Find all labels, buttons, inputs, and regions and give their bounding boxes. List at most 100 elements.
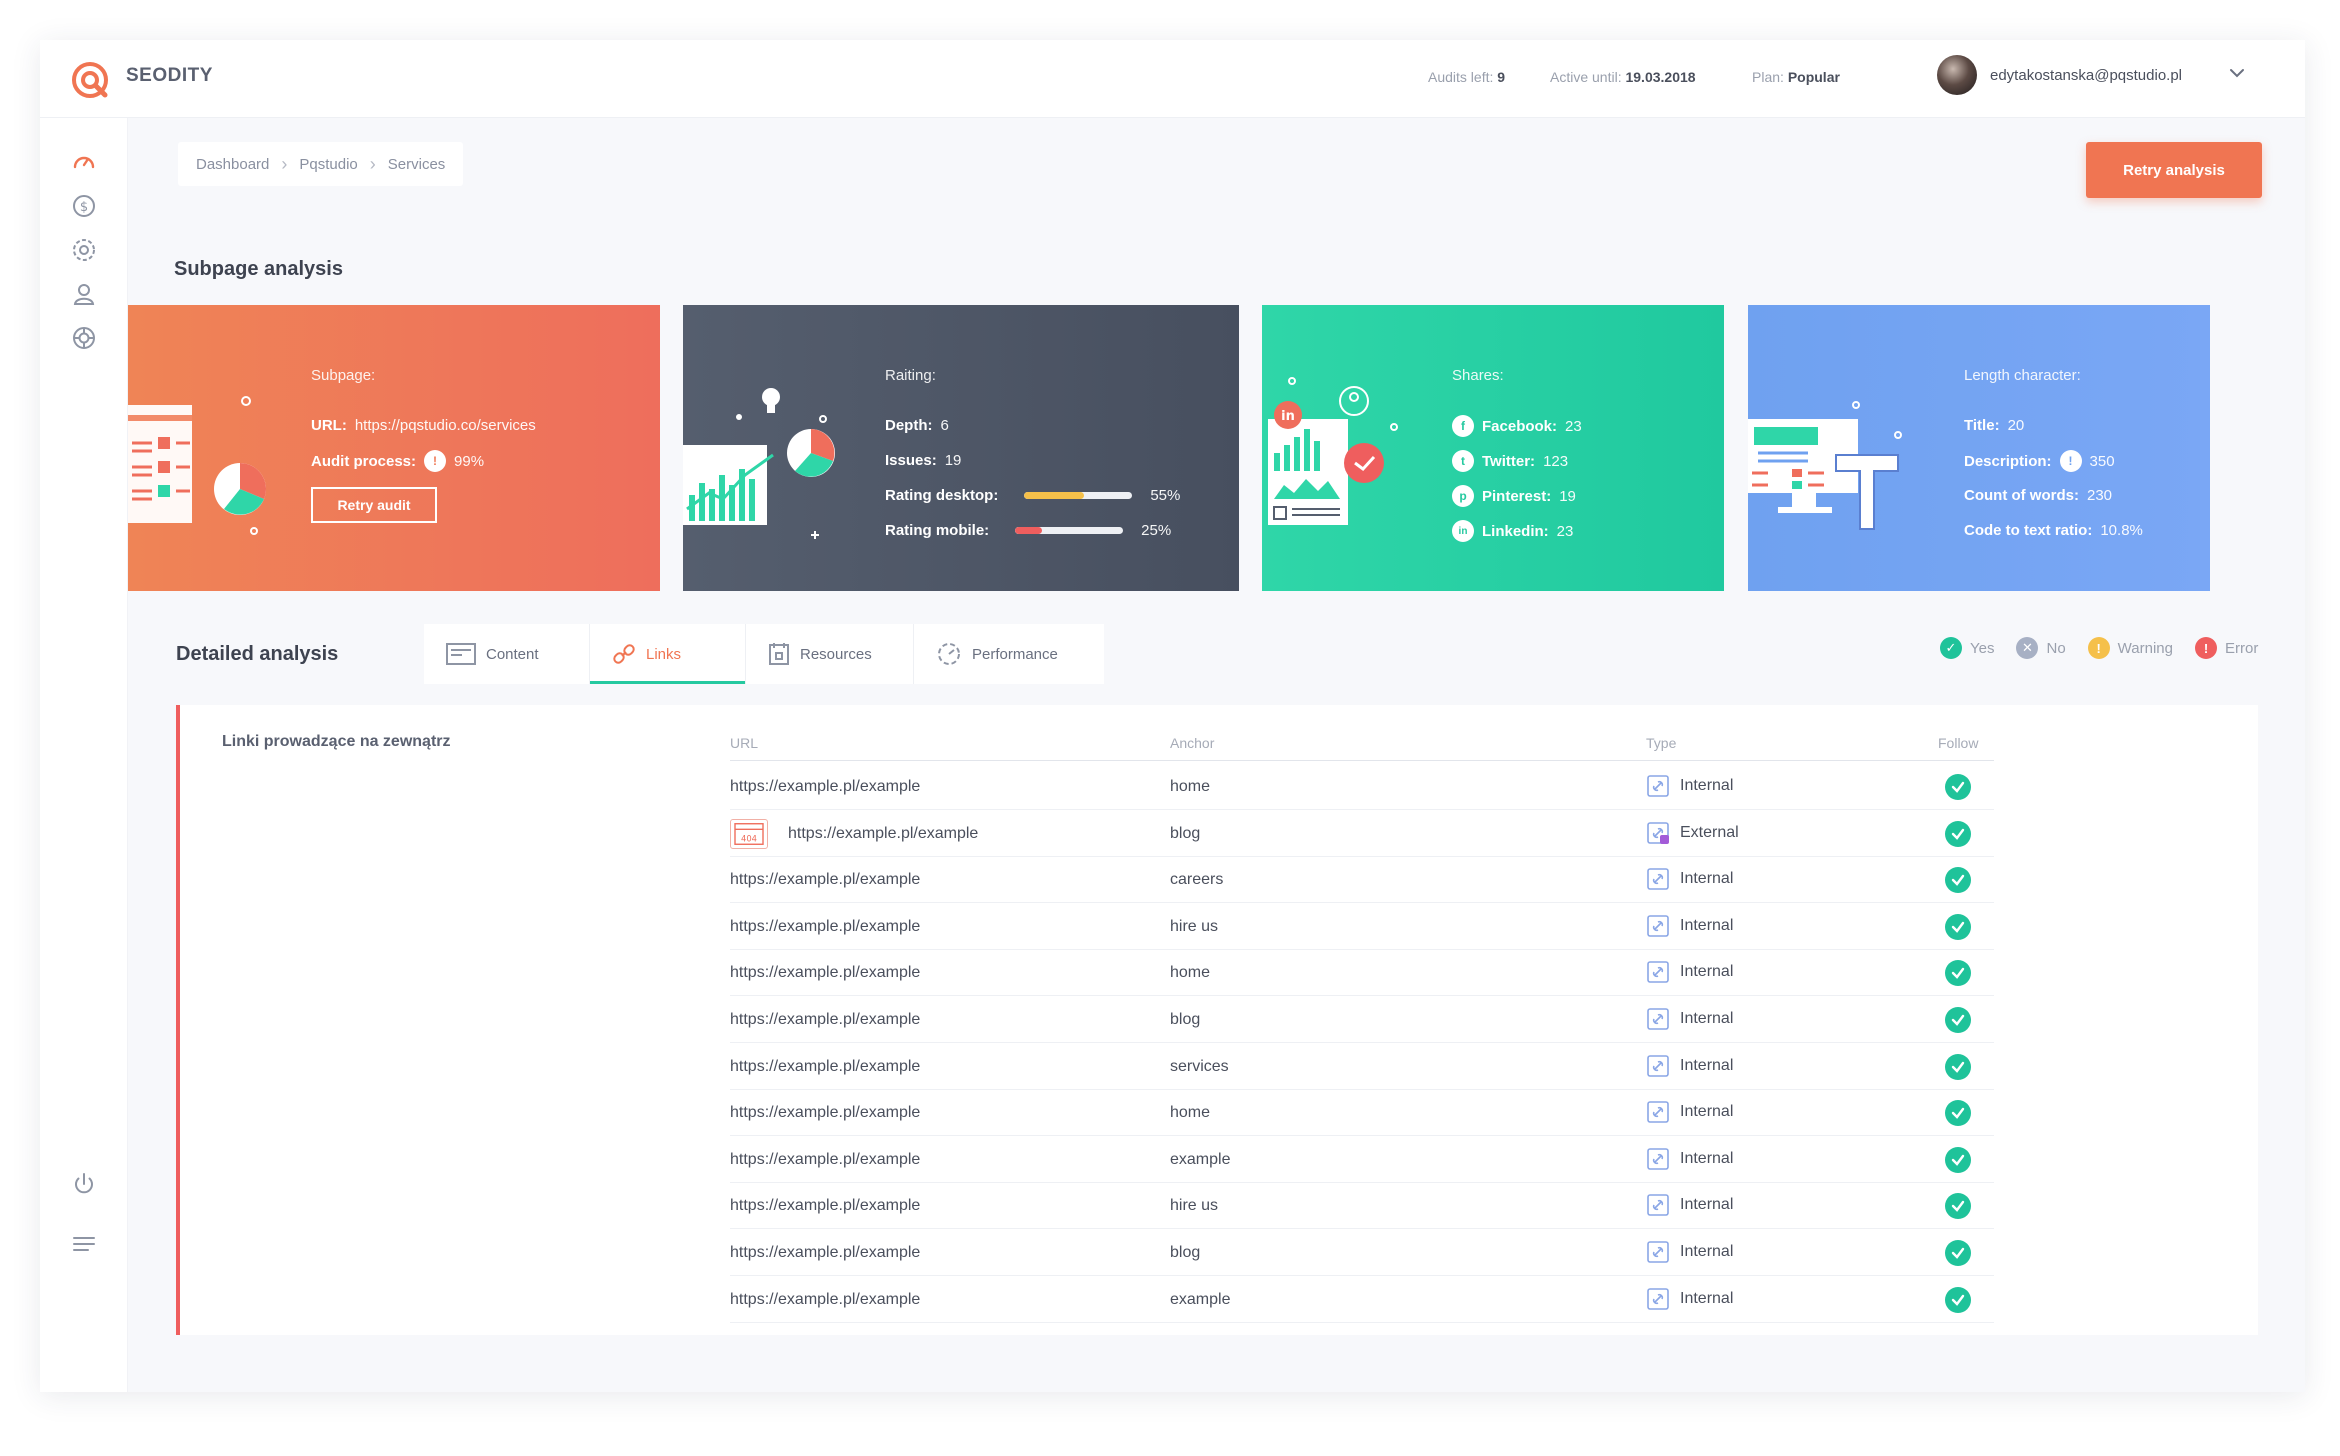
table-row[interactable]: 404 https://example.pl/example blog Externa…	[730, 811, 1994, 857]
subpage-url-label: URL:	[311, 417, 347, 434]
title-length-row: Title: 20	[1964, 417, 2024, 434]
row-url[interactable]: https://example.pl/example	[730, 778, 920, 796]
brand-name: SEODITY	[126, 65, 213, 86]
breadcrumb-pqstudio[interactable]: Pqstudio	[299, 156, 357, 173]
rating-desktop-row: Rating desktop: 55%	[885, 487, 1180, 504]
breadcrumb-separator-icon: ›	[369, 153, 376, 174]
row-url[interactable]: https://example.pl/example	[730, 964, 920, 982]
chevron-down-icon[interactable]	[2228, 64, 2246, 82]
table-row[interactable]: https://example.pl/example blog Internal	[730, 1230, 1994, 1276]
audits-left-label: Audits left:	[1428, 69, 1494, 85]
support-icon[interactable]	[70, 324, 98, 352]
user-email[interactable]: edytakostanska@pqstudio.pl	[1990, 67, 2182, 84]
internal-link-icon	[1647, 1241, 1669, 1263]
rating-mobile-row: Rating mobile: 25%	[885, 522, 1171, 539]
legend-error: Error	[2224, 639, 2259, 657]
table-row[interactable]: https://example.pl/example careers Interna…	[730, 857, 1994, 904]
follow-yes-icon	[1945, 867, 1971, 894]
table-row[interactable]: https://example.pl/example blog Internal	[730, 997, 1994, 1043]
follow-yes-icon	[1945, 1286, 1971, 1313]
row-anchor: home	[1170, 1104, 1211, 1122]
title-length-value: 20	[2007, 417, 2025, 434]
linkedin-value: 23	[1556, 522, 1574, 540]
content-icon	[446, 643, 476, 665]
follow-yes-icon	[1945, 1053, 1971, 1080]
info-icon: !	[2059, 450, 2082, 472]
length-card-title: Length character:	[1964, 367, 2081, 384]
words-count-label: Count of words:	[1964, 487, 2079, 504]
linkedin-label: Linkedin:	[1482, 522, 1549, 540]
tab-links[interactable]: Links	[590, 624, 746, 684]
tab-performance[interactable]: Performance	[914, 624, 1104, 684]
dashboard-icon[interactable]	[70, 148, 98, 176]
header-divider	[730, 760, 1994, 761]
length-illustration-icon	[1748, 401, 1902, 530]
retry-analysis-button[interactable]: Retry analysis	[2086, 142, 2262, 198]
linkedin-row: in Linkedin: 23	[1452, 520, 1573, 542]
row-url[interactable]: https://example.pl/example	[730, 918, 920, 936]
no-icon: ✕	[2016, 637, 2039, 659]
dollar-icon[interactable]: $	[70, 192, 98, 220]
table-row[interactable]: https://example.pl/example example Interna…	[730, 1137, 1994, 1183]
menu-icon[interactable]	[70, 1230, 98, 1258]
length-card: Length character: Title: 20 Description:…	[1748, 305, 2210, 591]
table-row[interactable]: https://example.pl/example home Internal	[730, 764, 1994, 810]
shares-illustration-icon: in	[1268, 377, 1398, 525]
follow-yes-icon	[1945, 1007, 1971, 1033]
audits-left-value: 9	[1497, 69, 1506, 85]
rating-card-content: Raiting: Depth: 6 Issues: 19 Rating desk…	[885, 305, 1225, 591]
user-icon[interactable]	[70, 280, 98, 308]
link-icon	[613, 644, 635, 664]
rating-desktop-bar	[1024, 492, 1133, 499]
avatar[interactable]	[1937, 55, 1977, 95]
active-until: Active until: 19.03.2018	[1550, 69, 1696, 85]
subpage-url-value[interactable]: https://pqstudio.co/services	[355, 417, 536, 434]
seodity-logo-icon[interactable]	[70, 60, 110, 100]
row-type: Internal	[1646, 1007, 1733, 1031]
table-row[interactable]: https://example.pl/example example Interna…	[730, 1277, 1994, 1323]
row-type: Internal	[1646, 774, 1733, 798]
code-text-ratio-value: 10.8%	[2100, 522, 2143, 539]
row-type-label: Internal	[1680, 1056, 1734, 1074]
retry-audit-button[interactable]: Retry audit	[311, 487, 437, 523]
row-type: Internal	[1646, 960, 1733, 984]
twitter-label: Twitter:	[1482, 452, 1536, 470]
issues-value: 19	[944, 452, 962, 469]
row-url[interactable]: https://example.pl/example	[730, 1011, 920, 1029]
row-anchor: careers	[1170, 871, 1224, 889]
table-row[interactable]: https://example.pl/example hire us Interna…	[730, 904, 1994, 950]
row-url[interactable]: https://example.pl/example	[730, 1244, 920, 1262]
power-icon[interactable]	[70, 1170, 98, 1198]
row-url[interactable]: https://example.pl/example	[730, 1058, 920, 1076]
row-anchor: example	[1170, 1150, 1231, 1168]
issues-label: Issues:	[885, 452, 937, 469]
rating-card: Raiting: Depth: 6 Issues: 19 Rating desk…	[683, 305, 1239, 591]
retry-audit-wrap: Retry audit	[311, 487, 437, 523]
facebook-icon: f	[1452, 415, 1474, 437]
settings-icon[interactable]	[70, 236, 98, 264]
words-count-row: Count of words: 230	[1964, 487, 2112, 504]
row-url[interactable]: https://example.pl/example	[730, 1291, 920, 1309]
table-row[interactable]: https://example.pl/example services Intern…	[730, 1044, 1994, 1090]
depth-label: Depth:	[885, 417, 933, 434]
row-url[interactable]: https://example.pl/example	[730, 1151, 920, 1169]
audit-process-row: Audit process: ! 99%	[311, 450, 484, 472]
row-url[interactable]: https://example.pl/example	[788, 825, 978, 843]
follow-yes-icon	[1945, 1100, 1971, 1127]
breadcrumb-dashboard[interactable]: Dashboard	[196, 156, 269, 173]
table-row[interactable]: https://example.pl/example home Internal	[730, 950, 1994, 997]
row-type-label: Internal	[1680, 1196, 1734, 1214]
header-type: Type	[1646, 735, 1677, 751]
row-url[interactable]: https://example.pl/example	[730, 1197, 920, 1215]
tab-resources[interactable]: Resources	[746, 624, 914, 684]
table-row[interactable]: https://example.pl/example home Internal	[730, 1090, 1994, 1137]
shares-card-title: Shares:	[1452, 367, 1504, 384]
tab-content[interactable]: Content	[424, 624, 590, 684]
table-row[interactable]: https://example.pl/example hire us Interna…	[730, 1183, 1994, 1230]
row-type: Internal	[1646, 914, 1733, 938]
follow-yes-icon	[1945, 1193, 1971, 1220]
row-url[interactable]: https://example.pl/example	[730, 1104, 920, 1122]
pinterest-label: Pinterest:	[1482, 487, 1552, 505]
row-url[interactable]: https://example.pl/example	[730, 871, 920, 889]
external-link-icon	[1647, 821, 1669, 844]
